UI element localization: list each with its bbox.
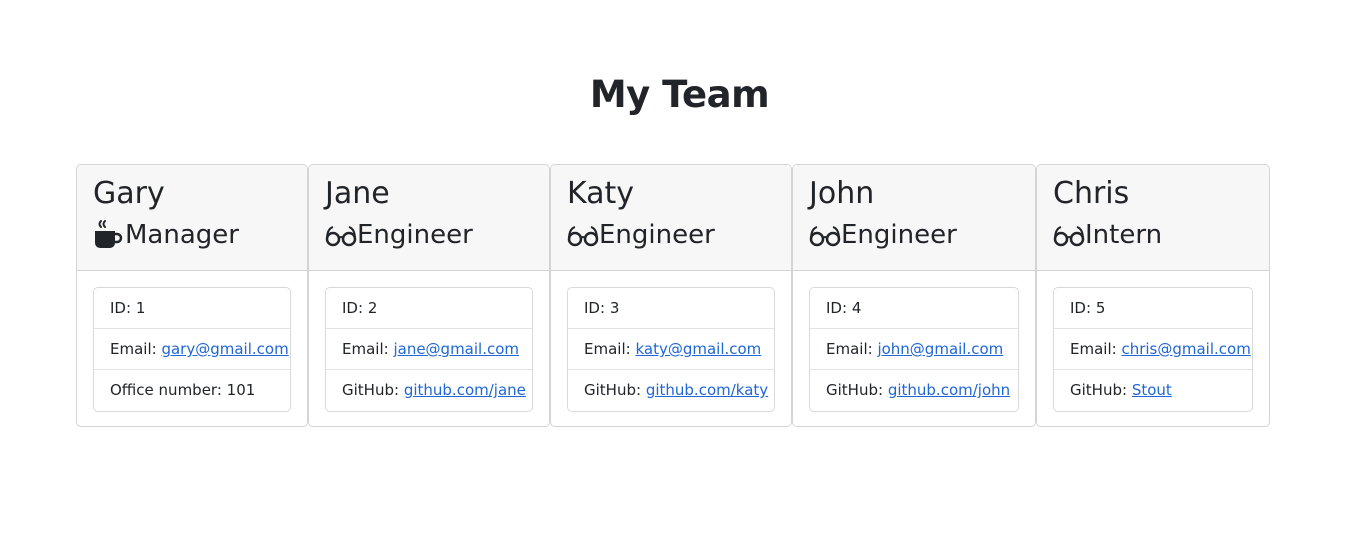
list-item-github: GitHub: github.com/john [810, 370, 1018, 411]
id-value: 4 [851, 299, 862, 317]
card-header: Katy Engineer [551, 165, 791, 271]
role-label: Engineer [599, 220, 715, 250]
id-value: 2 [367, 299, 378, 317]
github-label: GitHub: [826, 381, 884, 399]
card-header: Jane Engineer [309, 165, 549, 271]
employee-card-gary: Gary Manager ID: 1 Email: gary@gmail.com… [76, 164, 308, 427]
employee-name: John [809, 176, 875, 211]
card-body: ID: 4 Email: john@gmail.com GitHub: gith… [793, 271, 1035, 426]
list-item-id: ID: 2 [326, 288, 532, 329]
card-header: Gary Manager [77, 165, 307, 271]
github-link[interactable]: github.com/katy [646, 381, 768, 399]
id-value: 5 [1095, 299, 1106, 317]
github-link[interactable]: github.com/jane [404, 381, 526, 399]
detail-list: ID: 1 Email: gary@gmail.com Office numbe… [93, 287, 291, 412]
id-label: ID: [110, 299, 132, 317]
list-item-email: Email: john@gmail.com [810, 329, 1018, 370]
list-item-id: ID: 4 [810, 288, 1018, 329]
glasses-icon [567, 219, 599, 251]
coffee-cup-icon [93, 219, 125, 251]
id-label: ID: [342, 299, 364, 317]
list-item-id: ID: 1 [94, 288, 290, 329]
email-link[interactable]: chris@gmail.com [1121, 340, 1250, 358]
employee-role: Manager [93, 218, 307, 252]
employee-role: Engineer [325, 218, 549, 252]
list-item-github: GitHub: github.com/jane [326, 370, 532, 411]
card-body: ID: 3 Email: katy@gmail.com GitHub: gith… [551, 271, 791, 426]
list-item-email: Email: gary@gmail.com [94, 329, 290, 370]
email-label: Email: [342, 340, 389, 358]
github-label: GitHub: [584, 381, 642, 399]
employee-name: Katy [567, 176, 635, 211]
detail-list: ID: 5 Email: chris@gmail.com GitHub: Sto… [1053, 287, 1253, 412]
id-label: ID: [584, 299, 606, 317]
card-body: ID: 1 Email: gary@gmail.com Office numbe… [77, 271, 307, 426]
id-value: 1 [135, 299, 146, 317]
id-label: ID: [826, 299, 848, 317]
employee-name: Jane [325, 176, 390, 211]
office-number-value: 101 [226, 381, 256, 399]
role-label: Engineer [357, 220, 473, 250]
employee-role: Engineer [809, 218, 1035, 252]
role-label: Engineer [841, 220, 957, 250]
employee-card-john: John Engineer ID: 4 Email: john@gmail.co… [792, 164, 1036, 427]
list-item-email: Email: jane@gmail.com [326, 329, 532, 370]
detail-list: ID: 2 Email: jane@gmail.com GitHub: gith… [325, 287, 533, 412]
glasses-icon [325, 219, 357, 251]
role-label: Manager [125, 220, 239, 250]
card-body: ID: 2 Email: jane@gmail.com GitHub: gith… [309, 271, 549, 426]
list-item-email: Email: chris@gmail.com [1054, 329, 1252, 370]
glasses-icon [1053, 219, 1085, 251]
employee-role: Intern [1053, 218, 1269, 252]
list-item-id: ID: 5 [1054, 288, 1252, 329]
email-label: Email: [1070, 340, 1117, 358]
email-link[interactable]: john@gmail.com [877, 340, 1003, 358]
list-item-id: ID: 3 [568, 288, 774, 329]
id-label: ID: [1070, 299, 1092, 317]
list-item-github: GitHub: github.com/katy [568, 370, 774, 411]
detail-list: ID: 4 Email: john@gmail.com GitHub: gith… [809, 287, 1019, 412]
employee-card-jane: Jane Engineer ID: 2 Email: jane@gmail.co… [308, 164, 550, 427]
card-header: John Engineer [793, 165, 1035, 271]
office-number-label: Office number: [110, 381, 222, 399]
email-label: Email: [110, 340, 157, 358]
card-header: Chris Intern [1037, 165, 1269, 271]
team-card-row: Gary Manager ID: 1 Email: gary@gmail.com… [76, 164, 1270, 427]
email-link[interactable]: gary@gmail.com [161, 340, 288, 358]
detail-list: ID: 3 Email: katy@gmail.com GitHub: gith… [567, 287, 775, 412]
email-link[interactable]: katy@gmail.com [635, 340, 761, 358]
github-link[interactable]: Stout [1132, 381, 1172, 399]
glasses-icon [809, 219, 841, 251]
employee-name: Chris [1053, 176, 1130, 211]
page-title: My Team [589, 72, 770, 116]
github-label: GitHub: [342, 381, 400, 399]
employee-card-katy: Katy Engineer ID: 3 Email: katy@gmail.co… [550, 164, 792, 427]
email-label: Email: [584, 340, 631, 358]
email-link[interactable]: jane@gmail.com [393, 340, 519, 358]
list-item-email: Email: katy@gmail.com [568, 329, 774, 370]
role-label: Intern [1085, 220, 1163, 250]
list-item-office-number: Office number: 101 [94, 370, 290, 411]
github-link[interactable]: github.com/john [888, 381, 1010, 399]
employee-name: Gary [93, 176, 165, 211]
id-value: 3 [609, 299, 620, 317]
list-item-github: GitHub: Stout [1054, 370, 1252, 411]
github-label: GitHub: [1070, 381, 1128, 399]
card-body: ID: 5 Email: chris@gmail.com GitHub: Sto… [1037, 271, 1269, 426]
email-label: Email: [826, 340, 873, 358]
employee-card-chris: Chris Intern ID: 5 Email: chris@gmail.co… [1036, 164, 1270, 427]
employee-role: Engineer [567, 218, 791, 252]
